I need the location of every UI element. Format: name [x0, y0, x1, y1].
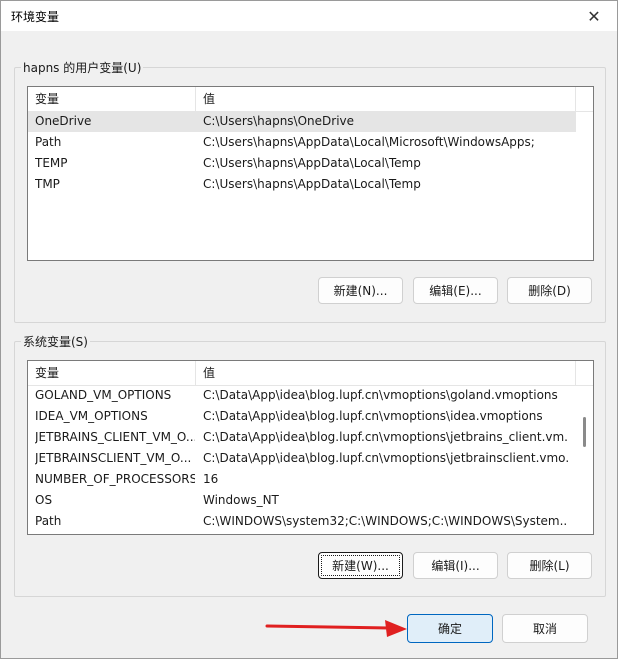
system-delete-button[interactable]: 删除(L)	[507, 552, 592, 579]
variable-name: Path	[35, 514, 62, 528]
variable-value: Windows_NT	[203, 493, 279, 507]
variable-value: C:\WINDOWS\system32;C:\WINDOWS;C:\WINDOW…	[203, 514, 568, 528]
system-variable-row[interactable]: NUMBER_OF_PROCESSORS 16	[28, 469, 576, 490]
environment-variables-dialog: 环境变量 ✕ hapns 的用户变量(U) 变量 值 OneDrive C:\U…	[0, 0, 618, 659]
column-header-variable[interactable]: 变量	[28, 361, 196, 385]
variable-name: GOLAND_VM_OPTIONS	[35, 388, 172, 402]
cancel-button[interactable]: 取消	[502, 614, 588, 643]
system-variable-row[interactable]: IDEA_VM_OPTIONS C:\Data\App\idea\blog.lu…	[28, 406, 576, 427]
ok-button[interactable]: 确定	[407, 614, 493, 643]
variable-name: OneDrive	[35, 114, 92, 128]
user-variable-row-tmp[interactable]: TMP C:\Users\hapns\AppData\Local\Temp	[28, 174, 576, 195]
window-title: 环境变量	[11, 10, 60, 24]
variable-value: C:\Data\App\idea\blog.lupf.cn\vmoptions\…	[203, 430, 568, 444]
variable-value: C:\Users\hapns\OneDrive	[203, 114, 355, 128]
system-variables-header: 变量 值	[28, 361, 593, 386]
column-header-value[interactable]: 值	[196, 361, 576, 385]
user-variables-label: hapns 的用户变量(U)	[21, 59, 144, 76]
user-edit-button[interactable]: 编辑(E)...	[413, 277, 498, 304]
user-variables-list[interactable]: 变量 值 OneDrive C:\Users\hapns\OneDrive Pa…	[27, 86, 594, 261]
variable-value: C:\Data\App\idea\blog.lupf.cn\vmoptions\…	[203, 451, 568, 465]
scrollbar-thumb[interactable]	[583, 417, 586, 447]
user-variables-header: 变量 值	[28, 87, 593, 112]
close-button[interactable]: ✕	[571, 1, 617, 31]
user-variable-row-temp[interactable]: TEMP C:\Users\hapns\AppData\Local\Temp	[28, 153, 576, 174]
system-variables-scrollbar[interactable]	[582, 387, 588, 532]
variable-name: Path	[35, 135, 62, 149]
variable-value: C:\Users\hapns\AppData\Local\Temp	[203, 177, 421, 191]
title-bar[interactable]: 环境变量 ✕	[1, 1, 617, 31]
system-variables-list[interactable]: 变量 值 GOLAND_VM_OPTIONS C:\Data\App\idea\…	[27, 360, 594, 535]
variable-name: TMP	[35, 177, 60, 191]
variable-value: C:\Users\hapns\AppData\Local\Microsoft\W…	[203, 135, 535, 149]
system-variable-row[interactable]: OS Windows_NT	[28, 490, 576, 511]
variable-name: TEMP	[35, 156, 68, 170]
variable-value: 16	[203, 472, 219, 486]
variable-value: C:\Users\hapns\AppData\Local\Temp	[203, 156, 421, 170]
user-delete-button[interactable]: 删除(D)	[507, 277, 592, 304]
system-variables-label: 系统变量(S)	[21, 333, 90, 350]
column-header-variable[interactable]: 变量	[28, 87, 196, 111]
variable-name: NUMBER_OF_PROCESSORS	[35, 472, 195, 486]
system-variable-row[interactable]: JETBRAINSCLIENT_VM_O... C:\Data\App\idea…	[28, 448, 576, 469]
system-variable-row[interactable]: Path C:\WINDOWS\system32;C:\WINDOWS;C:\W…	[28, 511, 576, 532]
variable-value: C:\Data\App\idea\blog.lupf.cn\vmoptions\…	[203, 388, 558, 402]
variable-name: IDEA_VM_OPTIONS	[35, 409, 148, 423]
column-header-value[interactable]: 值	[196, 87, 576, 111]
variable-value: C:\Data\App\idea\blog.lupf.cn\vmoptions\…	[203, 409, 543, 423]
variable-name: JETBRAINS_CLIENT_VM_O...	[35, 430, 195, 444]
user-new-button[interactable]: 新建(N)...	[318, 277, 403, 304]
system-variable-row[interactable]: JETBRAINS_CLIENT_VM_O... C:\Data\App\ide…	[28, 427, 576, 448]
annotation-arrow-icon	[265, 620, 407, 637]
user-variable-row-path[interactable]: Path C:\Users\hapns\AppData\Local\Micros…	[28, 132, 576, 153]
variable-name: OS	[35, 493, 53, 507]
system-new-button[interactable]: 新建(W)...	[318, 552, 403, 579]
close-icon: ✕	[587, 6, 601, 26]
system-variable-row[interactable]: GOLAND_VM_OPTIONS C:\Data\App\idea\blog.…	[28, 385, 576, 406]
user-variable-row-onedrive[interactable]: OneDrive C:\Users\hapns\OneDrive	[28, 111, 576, 132]
system-edit-button[interactable]: 编辑(I)...	[413, 552, 498, 579]
variable-name: JETBRAINSCLIENT_VM_O...	[35, 451, 192, 465]
